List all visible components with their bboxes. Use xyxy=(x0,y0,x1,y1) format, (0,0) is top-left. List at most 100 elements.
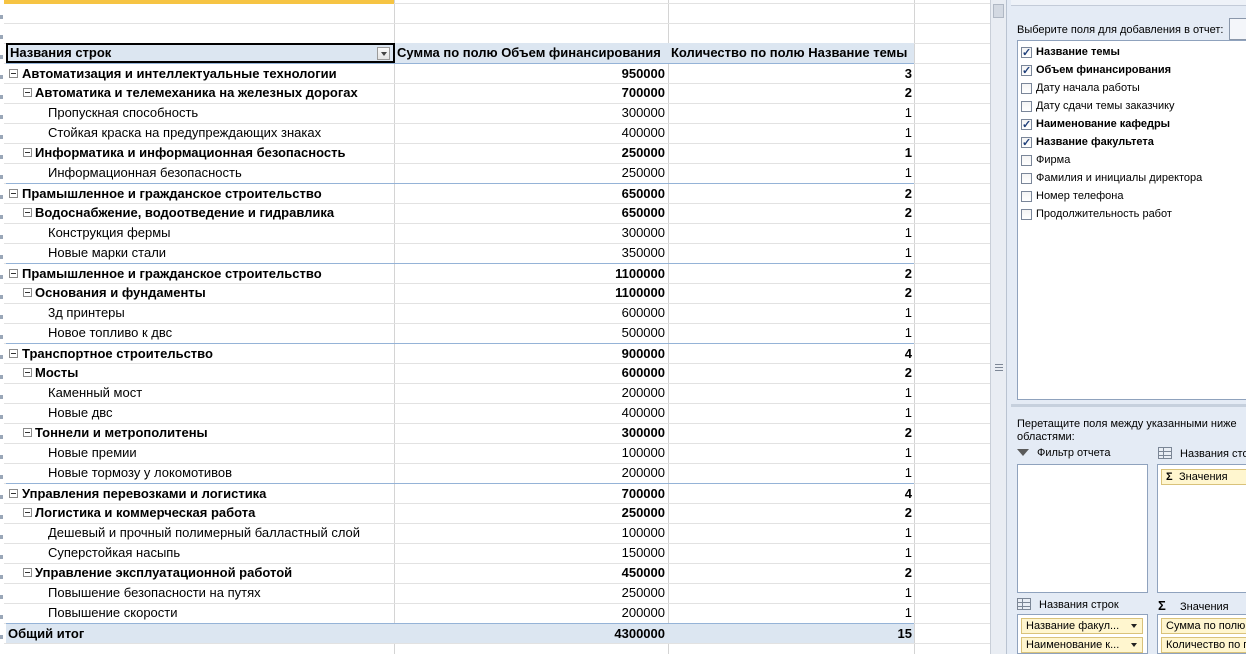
row-label-cell[interactable]: Новые двс xyxy=(6,403,395,423)
collapse-toggle-icon[interactable] xyxy=(23,368,32,377)
sum-cell[interactable]: 650000 xyxy=(395,184,667,204)
column-chip-values[interactable]: Σ Значения xyxy=(1161,469,1246,485)
row-label-cell[interactable]: Управления перевозками и логистика xyxy=(6,484,395,504)
count-cell[interactable]: 2 xyxy=(667,83,914,103)
count-cell[interactable]: 1 xyxy=(667,103,914,123)
field-checkbox[interactable] xyxy=(1021,191,1032,202)
field-checkbox[interactable] xyxy=(1021,101,1032,112)
sum-cell[interactable]: 600000 xyxy=(395,363,667,383)
pivot-row-level-2[interactable]: Дешевый и прочный полимерный балластный … xyxy=(6,523,914,543)
pivot-row-level-1[interactable]: Мосты 600000 2 xyxy=(6,363,914,383)
collapse-toggle-icon[interactable] xyxy=(23,148,32,157)
row-label-cell[interactable]: Автоматизация и интеллектуальные техноло… xyxy=(6,64,395,84)
row-label-cell[interactable]: Конструкция фермы xyxy=(6,223,395,243)
pivot-row-level-1[interactable]: Логистика и коммерческая работа 250000 2 xyxy=(6,503,914,523)
count-cell[interactable]: 2 xyxy=(667,203,914,223)
value-chip-sum[interactable]: Сумма по полю О xyxy=(1161,618,1246,634)
row-label-cell[interactable]: Повышение скорости xyxy=(6,603,395,623)
pivot-row-level-1[interactable]: Тоннели и метрополитены 300000 2 xyxy=(6,423,914,443)
pivot-row-level-2[interactable]: Новые тормозу у локомотивов 200000 1 xyxy=(6,463,914,483)
collapse-toggle-icon[interactable] xyxy=(23,568,32,577)
pivot-row-level-2[interactable]: Новые марки стали 350000 1 xyxy=(6,243,914,263)
pivot-row-level-2[interactable]: Каменный мост 200000 1 xyxy=(6,383,914,403)
count-cell[interactable]: 2 xyxy=(667,363,914,383)
pane-splitter-grip-icon[interactable] xyxy=(995,362,1003,372)
count-cell[interactable]: 2 xyxy=(667,283,914,303)
sum-cell[interactable]: 300000 xyxy=(395,103,667,123)
count-cell[interactable]: 1 xyxy=(667,123,914,143)
row-label-cell[interactable]: Тоннели и метрополитены xyxy=(6,423,395,443)
field-checkbox[interactable] xyxy=(1021,83,1032,94)
pivot-row-level-1[interactable]: Основания и фундаменты 1100000 2 xyxy=(6,283,914,303)
worksheet-grid[interactable]: Названия строк Сумма по полю Объем финан… xyxy=(0,0,990,654)
row-labels-header[interactable]: Названия строк xyxy=(6,43,395,63)
field-checkbox[interactable] xyxy=(1021,209,1032,220)
pivot-row-level-2[interactable]: Суперстойкая насыпь 150000 1 xyxy=(6,543,914,563)
count-cell[interactable]: 1 xyxy=(667,383,914,403)
sum-cell[interactable]: 100000 xyxy=(395,523,667,543)
count-cell[interactable]: 4 xyxy=(667,344,914,364)
grand-total-row[interactable]: Общий итог 4300000 15 xyxy=(6,623,914,643)
pivot-row-level-0[interactable]: Управления перевозками и логистика 700000… xyxy=(6,483,914,503)
row-chip-department[interactable]: Наименование к... xyxy=(1021,637,1143,653)
sum-cell[interactable]: 700000 xyxy=(395,83,667,103)
field-checkbox[interactable] xyxy=(1021,45,1032,61)
value-chip-count[interactable]: Количество по п xyxy=(1161,637,1246,653)
collapse-toggle-icon[interactable] xyxy=(23,288,32,297)
sum-cell[interactable]: 150000 xyxy=(395,543,667,563)
sum-cell[interactable]: 600000 xyxy=(395,303,667,323)
sum-column-header[interactable]: Сумма по полю Объем финансирования xyxy=(397,43,669,63)
sum-cell[interactable]: 250000 xyxy=(395,583,667,603)
pivot-row-level-1[interactable]: Информатика и информационная безопасност… xyxy=(6,143,914,163)
values-drop-area[interactable]: Сумма по полю О Количество по п xyxy=(1157,614,1246,654)
count-cell[interactable]: 2 xyxy=(667,184,914,204)
pivot-row-level-2[interactable]: Повышение скорости 200000 1 xyxy=(6,603,914,623)
pivot-row-level-2[interactable]: Новые двс 400000 1 xyxy=(6,403,914,423)
row-label-cell[interactable]: Повышение безопасности на путях xyxy=(6,583,395,603)
field-checkbox[interactable] xyxy=(1021,173,1032,184)
row-label-cell[interactable]: Информатика и информационная безопасност… xyxy=(6,143,395,163)
pivot-row-level-1[interactable]: Управление эксплуатационной работой 45000… xyxy=(6,563,914,583)
sum-cell[interactable]: 300000 xyxy=(395,423,667,443)
sum-cell[interactable]: 200000 xyxy=(395,383,667,403)
pivot-row-level-0[interactable]: Прамышленное и гражданское строительство… xyxy=(6,183,914,203)
row-label-cell[interactable]: Логистика и коммерческая работа xyxy=(6,503,395,523)
pivot-row-level-0[interactable]: Прамышленное и гражданское строительство… xyxy=(6,263,914,283)
pivot-row-level-2[interactable]: Информационная безопасность 250000 1 xyxy=(6,163,914,183)
sum-cell[interactable]: 400000 xyxy=(395,123,667,143)
field-checkbox[interactable] xyxy=(1021,63,1032,79)
count-cell[interactable]: 1 xyxy=(667,583,914,603)
count-cell[interactable]: 3 xyxy=(667,64,914,84)
sum-cell[interactable]: 350000 xyxy=(395,243,667,263)
count-cell[interactable]: 1 xyxy=(667,463,914,483)
field-checkbox[interactable] xyxy=(1021,117,1032,133)
count-cell[interactable]: 1 xyxy=(667,543,914,563)
collapse-toggle-icon[interactable] xyxy=(9,489,18,498)
sum-cell[interactable]: 900000 xyxy=(395,344,667,364)
row-label-cell[interactable]: Стойкая краска на предупреждающих знаках xyxy=(6,123,395,143)
row-label-cell[interactable]: Новые тормозу у локомотивов xyxy=(6,463,395,483)
count-cell[interactable]: 2 xyxy=(667,264,914,284)
pivot-row-level-1[interactable]: Водоснабжение, водоотведение и гидравлик… xyxy=(6,203,914,223)
pivot-row-level-1[interactable]: Автоматика и телемеханика на железных до… xyxy=(6,83,914,103)
count-cell[interactable]: 1 xyxy=(667,603,914,623)
collapse-toggle-icon[interactable] xyxy=(23,88,32,97)
pivot-row-level-0[interactable]: Транспортное строительство 900000 4 xyxy=(6,343,914,363)
field-list[interactable]: Название темы Объем финансирования Дату на… xyxy=(1017,40,1246,400)
chevron-down-icon[interactable] xyxy=(1131,624,1137,628)
count-cell[interactable]: 4 xyxy=(667,484,914,504)
collapse-toggle-icon[interactable] xyxy=(9,189,18,198)
pivot-row-level-2[interactable]: Повышение безопасности на путях 250000 1 xyxy=(6,583,914,603)
sum-cell[interactable]: 1100000 xyxy=(395,283,667,303)
field-checkbox[interactable] xyxy=(1021,155,1032,166)
sum-cell[interactable]: 500000 xyxy=(395,323,667,343)
column-labels-drop-area[interactable]: Σ Значения xyxy=(1157,464,1246,593)
row-labels-drop-area[interactable]: Название факул... Наименование к... xyxy=(1017,614,1148,654)
count-cell[interactable]: 1 xyxy=(667,243,914,263)
row-label-cell[interactable]: Новые марки стали xyxy=(6,243,395,263)
row-label-cell[interactable]: 3д принтеры xyxy=(6,303,395,323)
vertical-scrollbar[interactable] xyxy=(990,0,1006,654)
count-cell[interactable]: 1 xyxy=(667,443,914,463)
sum-cell[interactable]: 700000 xyxy=(395,484,667,504)
row-label-cell[interactable]: Каменный мост xyxy=(6,383,395,403)
